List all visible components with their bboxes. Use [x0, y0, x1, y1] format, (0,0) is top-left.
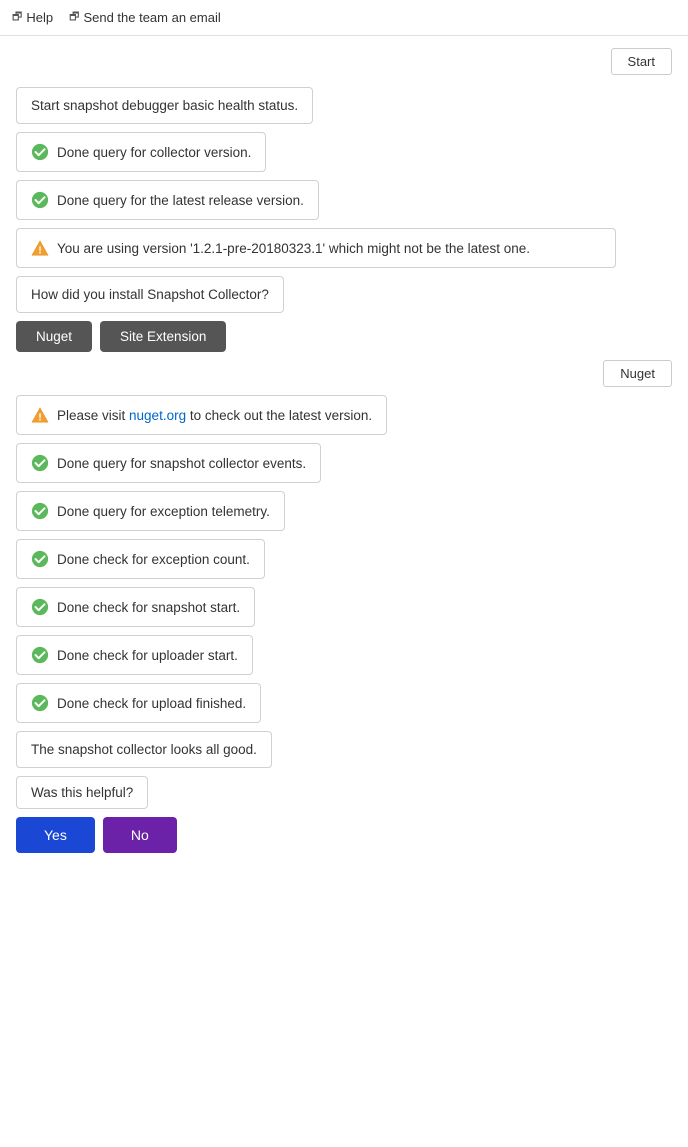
nuget-warning-message: ! Please visit nuget.org to check out th…: [16, 395, 387, 435]
nuget-warning-suffix: to check out the latest version.: [186, 408, 372, 423]
check-icon-8: [31, 694, 49, 712]
check-icon-1: [31, 143, 49, 161]
check-icon-5: [31, 550, 49, 568]
snapshot-start-message: Done check for snapshot start.: [16, 587, 255, 627]
yes-no-row: Yes No: [16, 817, 672, 853]
latest-release-text: Done query for the latest release versio…: [57, 193, 304, 208]
nuget-response-row: Nuget: [16, 360, 672, 387]
collector-version-message: Done query for collector version.: [16, 132, 266, 172]
helpful-box: Was this helpful?: [16, 776, 148, 809]
check-icon-7: [31, 646, 49, 664]
latest-release-message: Done query for the latest release versio…: [16, 180, 319, 220]
exception-telemetry-message: Done query for exception telemetry.: [16, 491, 285, 531]
email-label: Send the team an email: [83, 10, 220, 25]
check-icon-6: [31, 598, 49, 616]
external-link-icon-2: 🗗: [69, 8, 79, 27]
external-link-icon: 🗗: [12, 8, 22, 27]
install-question-text: How did you install Snapshot Collector?: [31, 287, 269, 302]
warn-icon-1: !: [31, 239, 49, 257]
uploader-start-text: Done check for uploader start.: [57, 648, 238, 663]
start-message: Start snapshot debugger basic health sta…: [16, 87, 313, 124]
email-link[interactable]: 🗗 Send the team an email: [69, 8, 221, 27]
all-good-message: The snapshot collector looks all good.: [16, 731, 272, 768]
install-button-row: Nuget Site Extension: [16, 321, 672, 352]
install-question-message: How did you install Snapshot Collector?: [16, 276, 284, 313]
nuget-org-link[interactable]: nuget.org: [129, 408, 186, 423]
exception-count-text: Done check for exception count.: [57, 552, 250, 567]
helpful-label: Was this helpful?: [31, 785, 133, 800]
nuget-button[interactable]: Nuget: [16, 321, 92, 352]
svg-text:!: !: [38, 245, 41, 256]
warn-icon-2: !: [31, 406, 49, 424]
no-button[interactable]: No: [103, 817, 177, 853]
check-icon-3: [31, 454, 49, 472]
collector-events-message: Done query for snapshot collector events…: [16, 443, 321, 483]
collector-events-text: Done query for snapshot collector events…: [57, 456, 306, 471]
svg-text:!: !: [38, 412, 41, 423]
main-content: Start Start snapshot debugger basic heal…: [0, 36, 688, 873]
snapshot-start-text: Done check for snapshot start.: [57, 600, 240, 615]
yes-button[interactable]: Yes: [16, 817, 95, 853]
version-warning-text: You are using version '1.2.1-pre-2018032…: [57, 241, 530, 256]
help-link[interactable]: 🗗 Help: [12, 8, 53, 27]
upload-finished-text: Done check for upload finished.: [57, 696, 246, 711]
check-icon-4: [31, 502, 49, 520]
collector-version-text: Done query for collector version.: [57, 145, 251, 160]
start-button-row: Start: [16, 48, 672, 75]
check-icon-2: [31, 191, 49, 209]
exception-count-message: Done check for exception count.: [16, 539, 265, 579]
nuget-warning-prefix: Please visit: [57, 408, 129, 423]
nuget-response-button[interactable]: Nuget: [603, 360, 672, 387]
uploader-start-message: Done check for uploader start.: [16, 635, 253, 675]
start-message-text: Start snapshot debugger basic health sta…: [31, 98, 298, 113]
start-button[interactable]: Start: [611, 48, 672, 75]
all-good-text: The snapshot collector looks all good.: [31, 742, 257, 757]
exception-telemetry-text: Done query for exception telemetry.: [57, 504, 270, 519]
help-label: Help: [26, 10, 53, 25]
nuget-warning-text: Please visit nuget.org to check out the …: [57, 408, 372, 423]
upload-finished-message: Done check for upload finished.: [16, 683, 261, 723]
site-extension-button[interactable]: Site Extension: [100, 321, 226, 352]
version-warning-message: ! You are using version '1.2.1-pre-20180…: [16, 228, 616, 268]
top-bar: 🗗 Help 🗗 Send the team an email: [0, 0, 688, 36]
